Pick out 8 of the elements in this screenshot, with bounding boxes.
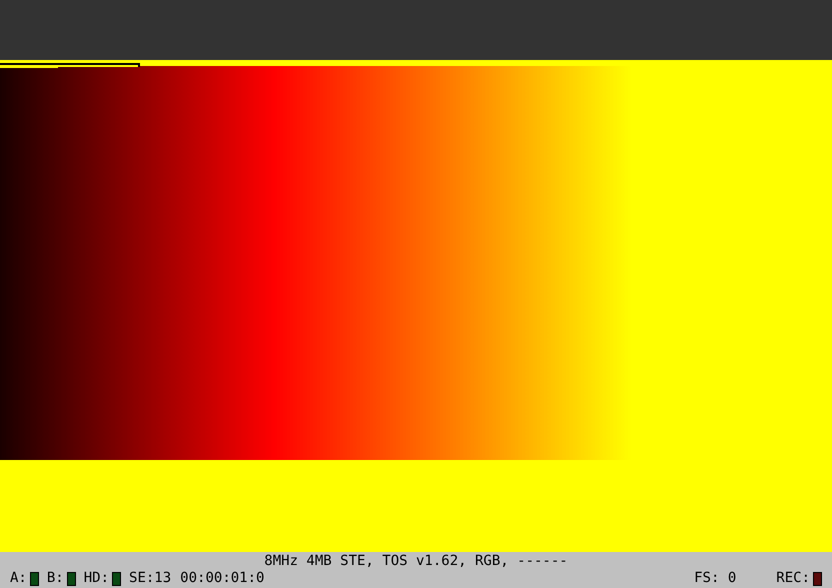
record-label: REC: (776, 570, 810, 587)
elapsed-time: 00:00:01:0 (180, 570, 264, 587)
sector-count: SE:13 (129, 570, 172, 587)
drive-label: B: (46, 570, 64, 587)
frameskip-label: FS: 0 (694, 570, 736, 587)
drive-label: HD: (84, 570, 110, 587)
machine-info: 8MHz 4MB STE, TOS v1.62, RGB, ------ (264, 553, 568, 570)
drive-label: A: (10, 570, 27, 587)
